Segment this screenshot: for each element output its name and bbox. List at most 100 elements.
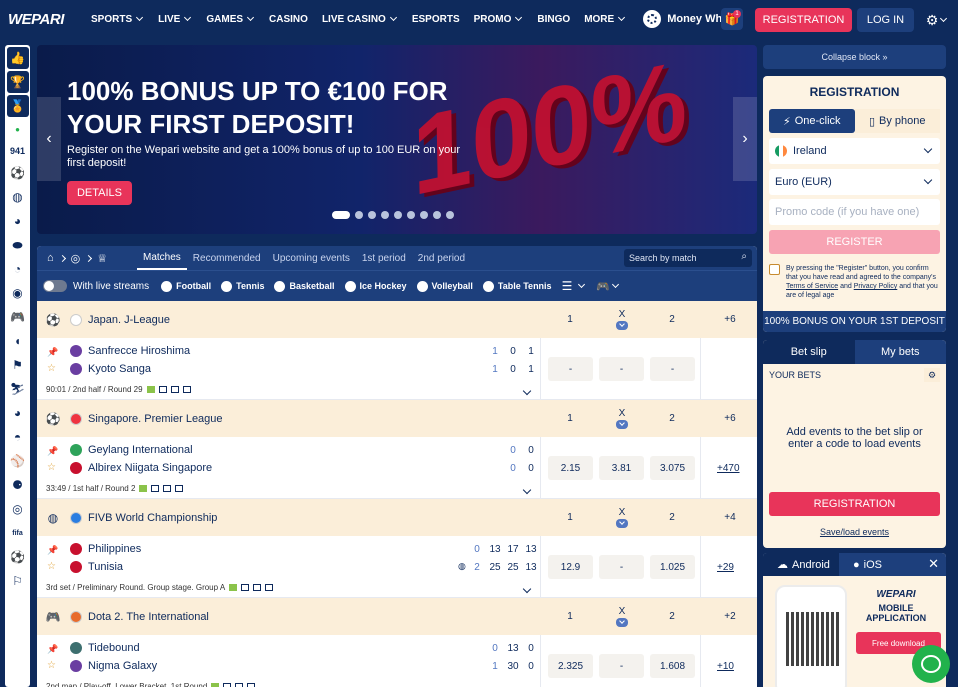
home-icon[interactable]: ⌂ — [47, 252, 54, 264]
details-button[interactable]: DETAILS — [67, 181, 132, 205]
logo[interactable]: WEPARI — [0, 0, 84, 38]
banner-next-button[interactable]: › — [733, 97, 757, 181]
more-markets-link[interactable]: +29 — [717, 562, 734, 573]
pin-icon[interactable]: 📌 — [47, 644, 58, 655]
chart-icon[interactable] — [235, 683, 244, 687]
chart-icon[interactable] — [170, 386, 179, 393]
trophy-icon[interactable]: 🏆 — [6, 71, 29, 93]
odds-button[interactable]: 12.9 — [548, 555, 593, 579]
nav-item-sports[interactable]: SPORTS — [84, 14, 151, 25]
one-click-tab[interactable]: ⚡ One-click — [769, 109, 855, 133]
bowling-icon[interactable]: ⚈ — [5, 473, 30, 497]
odds-button[interactable]: - — [650, 357, 695, 381]
volleyball-icon[interactable]: ◔ — [5, 257, 30, 281]
my-bets-tab[interactable]: My bets — [854, 340, 946, 364]
odds-button[interactable]: 2.15 — [548, 456, 593, 480]
trophy-icon[interactable]: ♕ — [97, 252, 107, 265]
slide-dot[interactable] — [394, 211, 402, 219]
nav-item-promo[interactable]: PROMO — [467, 14, 531, 25]
agree-checkbox[interactable] — [769, 264, 780, 275]
chevron-down-icon[interactable] — [616, 420, 628, 429]
close-icon[interactable]: ✕ — [928, 556, 939, 572]
tab-matches[interactable]: Matches — [137, 246, 187, 270]
by-phone-tab[interactable]: ▯ By phone — [854, 109, 940, 133]
table-tennis-icon[interactable]: ◉ — [5, 281, 30, 305]
thumbs-up-icon[interactable]: 👍 — [6, 47, 29, 69]
field-icon[interactable] — [229, 584, 238, 591]
field-icon[interactable] — [211, 683, 220, 687]
odds-button[interactable]: 1.608 — [650, 654, 695, 678]
basketball-icon[interactable]: ◕ — [5, 209, 30, 233]
stats-icon[interactable] — [223, 683, 232, 687]
list-icon[interactable] — [175, 485, 184, 492]
penalty-icon[interactable]: ⚐ — [5, 569, 30, 593]
bonus-banner[interactable]: 100% BONUS ON YOUR 1ST DEPOSIT — [763, 311, 946, 332]
bet-slip-registration-button[interactable]: REGISTRATION — [769, 492, 940, 516]
gamepad-icon[interactable]: 🎮 — [5, 305, 30, 329]
hockey-icon[interactable]: ⬬ — [5, 233, 30, 257]
gamepad-icon[interactable]: 🎮 — [596, 280, 610, 293]
settings-button[interactable]: ⚙ — [922, 8, 952, 32]
sport-filter-basketball[interactable]: Basketball — [274, 280, 335, 292]
odds-button[interactable]: - — [599, 555, 644, 579]
odds-button[interactable]: 1.025 — [650, 555, 695, 579]
more-markets-link[interactable]: +470 — [717, 463, 740, 474]
pin-icon[interactable]: 📌 — [47, 347, 58, 358]
tab-recommended[interactable]: Recommended — [187, 246, 267, 270]
collapse-block-button[interactable]: Collapse block » — [763, 45, 946, 69]
star-icon[interactable]: ☆ — [47, 561, 56, 572]
save-load-events-link[interactable]: Save/load events — [763, 527, 946, 537]
target-icon[interactable]: ◎ — [5, 497, 30, 521]
list-icon[interactable] — [247, 683, 256, 687]
slide-dot[interactable] — [368, 211, 376, 219]
bet-slip-settings-button[interactable]: ⚙ — [924, 368, 940, 382]
tab-1st-period[interactable]: 1st period — [356, 246, 412, 270]
star-icon[interactable]: ☆ — [47, 363, 56, 374]
nav-item-more[interactable]: MORE — [577, 14, 633, 25]
chevron-down-icon[interactable] — [616, 618, 628, 627]
registration-button[interactable]: REGISTRATION — [755, 8, 852, 32]
odds-button[interactable]: 3.075 — [650, 456, 695, 480]
match-search-input[interactable]: Search by match ⌕ — [624, 249, 752, 267]
slide-dot[interactable] — [433, 211, 441, 219]
bet-slip-tab[interactable]: Bet slip — [763, 340, 855, 364]
soccer-ball-icon[interactable]: ⚽ — [5, 545, 30, 569]
racing-icon[interactable]: ◓ — [5, 425, 30, 449]
basketball-2-icon[interactable]: ◕ — [5, 401, 30, 425]
promo-code-input[interactable]: Promo code (if you have one) — [769, 199, 940, 225]
nav-item-games[interactable]: GAMES — [199, 14, 262, 25]
ios-tab[interactable]: ● iOS — [839, 559, 915, 571]
pin-icon[interactable]: 📌 — [47, 545, 58, 556]
chart-icon[interactable] — [163, 485, 172, 492]
slide-dot[interactable] — [446, 211, 454, 219]
chevron-down-icon[interactable] — [616, 321, 628, 330]
match-row[interactable]: 📌 ☆ Sanfrecce Hiroshima Kyoto Sanga 1 0 1 1 0 1 90… — [37, 338, 757, 400]
chevron-down-icon[interactable] — [522, 386, 532, 396]
slide-dot[interactable] — [355, 211, 363, 219]
chevron-down-icon[interactable] — [522, 584, 532, 594]
ball-icon[interactable]: ◎ — [71, 252, 81, 265]
currency-select[interactable]: Euro (EUR) — [769, 169, 940, 195]
star-icon[interactable]: ☆ — [47, 660, 56, 671]
list-icon[interactable] — [182, 386, 191, 393]
stats-icon[interactable] — [158, 386, 167, 393]
american-football-icon[interactable]: ◖ — [5, 329, 30, 353]
odds-button[interactable]: - — [599, 357, 644, 381]
nav-item-bingo[interactable]: BINGO — [530, 14, 577, 25]
banner-prev-button[interactable]: ‹ — [37, 97, 61, 181]
chevron-down-icon[interactable] — [522, 485, 532, 495]
live-dot-icon[interactable]: ● — [5, 117, 30, 141]
tab-2nd-period[interactable]: 2nd period — [412, 246, 471, 270]
slide-dot[interactable] — [407, 211, 415, 219]
slide-dot[interactable] — [420, 211, 428, 219]
android-tab[interactable]: ☁ Android — [763, 553, 839, 576]
league-row[interactable]: ⚽ Japan. J-League 1 X 2 +6 — [37, 301, 757, 338]
sport-filter-football[interactable]: Football — [161, 280, 211, 292]
odds-button[interactable]: - — [548, 357, 593, 381]
field-icon[interactable] — [139, 485, 148, 492]
stats-icon[interactable] — [241, 584, 250, 591]
odds-button[interactable]: 3.81 — [599, 456, 644, 480]
more-markets-link[interactable]: +10 — [717, 661, 734, 672]
league-row[interactable]: ⚽ Singapore. Premier League 1 X 2 +6 — [37, 400, 757, 437]
sport-filter-ice-hockey[interactable]: Ice Hockey — [344, 280, 407, 292]
